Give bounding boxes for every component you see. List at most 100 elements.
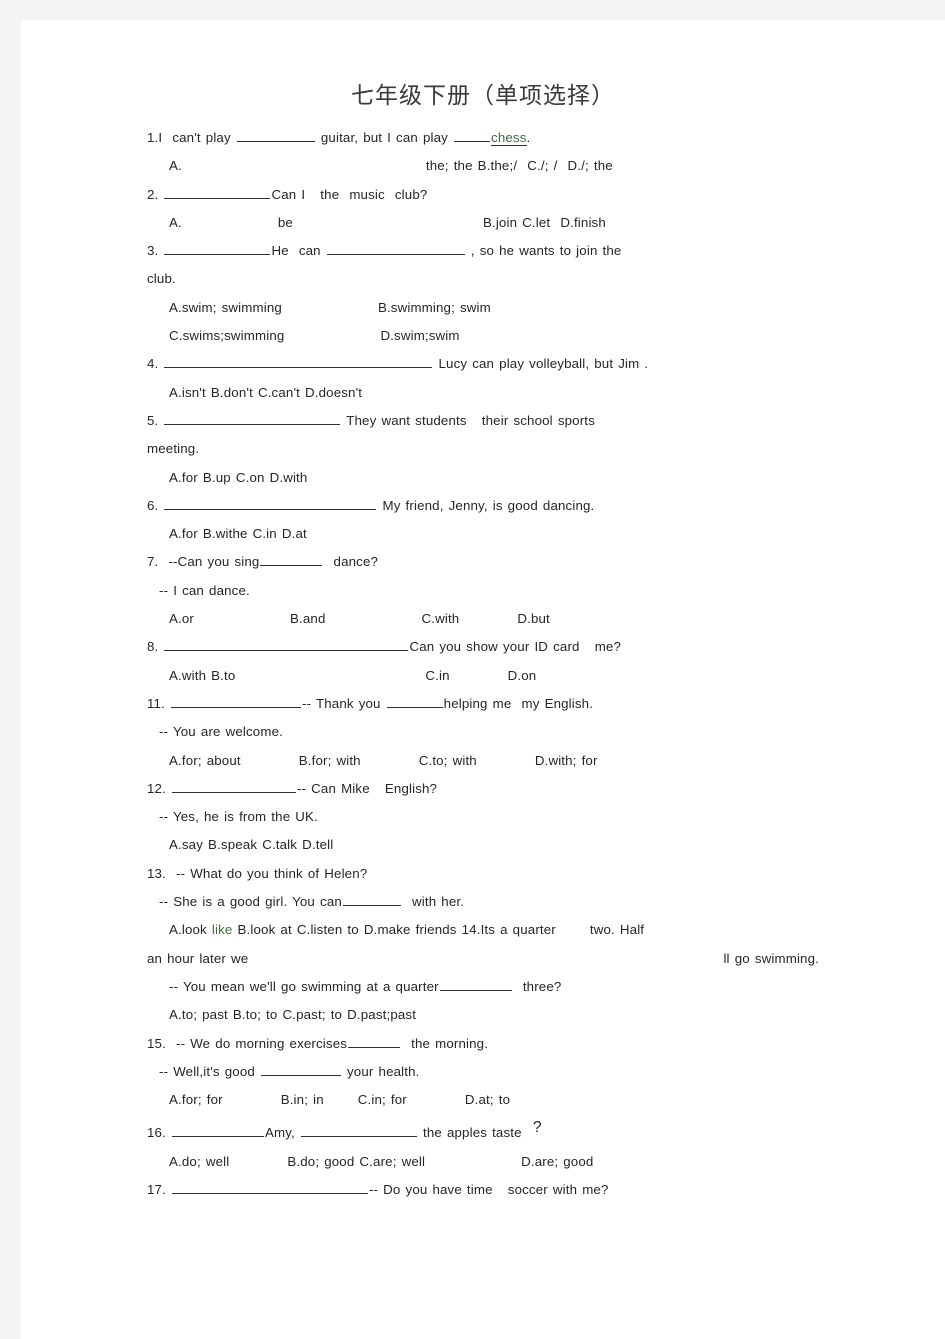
q12-number: 12. [147, 780, 171, 796]
q8-option-ab[interactable]: A.with B.to [169, 668, 235, 683]
question-7-stem: 7. --Can you sing dance? [147, 548, 825, 576]
blank-field[interactable] [171, 695, 301, 708]
q17-number: 17. [147, 1181, 171, 1197]
question-14-reply: -- You mean we'll go swimming at a quart… [147, 973, 825, 1001]
blank-field[interactable] [164, 355, 433, 369]
question-5-options[interactable]: A.for B.up C.on D.with [147, 464, 825, 492]
question-13-stem: 13. -- What do you think of Helen? [147, 865, 368, 881]
q16-question-mark: ? [532, 1119, 542, 1137]
q3-option-a[interactable]: A.swim; swimming [169, 300, 282, 315]
question-6-options[interactable]: A.for B.withe C.in D.at [147, 520, 825, 548]
question-14-stem-continued: ll go swimming. an hour later we [147, 945, 825, 973]
q14-reply-part1: -- You mean we'll go swimming at a quart… [169, 978, 439, 994]
q7-option-c[interactable]: C.with [422, 611, 460, 626]
q15-option-b[interactable]: B.in; in [281, 1092, 324, 1107]
document-page: 七年级下册（单项选择） 1.I can't play guitar, but I… [21, 20, 945, 1339]
blank-field[interactable] [300, 1124, 417, 1138]
question-4-options[interactable]: A.isn't B.don't C.can't D.doesn't [147, 379, 825, 407]
q14-stem-inline-end: two. Half [589, 922, 645, 938]
blank-field[interactable] [171, 1181, 368, 1194]
q7-option-a[interactable]: A.or [169, 611, 194, 626]
blank-field[interactable] [260, 553, 323, 567]
question-7-reply: -- I can dance. [159, 582, 250, 598]
q13-options-rest[interactable]: B.look at C.listen to D.make friends 14. [232, 922, 481, 937]
question-12-reply: -- Yes, he is from the UK. [159, 809, 318, 825]
q16-option-bc[interactable]: B.do; good C.are; well [287, 1154, 425, 1169]
q7-option-b[interactable]: B.and [290, 611, 326, 626]
q3-option-d[interactable]: D.swim;swim [380, 328, 459, 343]
question-12-stem: 12. -- Can Mike English? [147, 775, 825, 803]
q15-option-c[interactable]: C.in; for [358, 1092, 407, 1107]
question-11-stem: 11. -- Thank you helping me my English. [147, 690, 825, 718]
q3-number: 3. [147, 243, 164, 259]
q8-option-c[interactable]: C.in [425, 668, 449, 683]
q5-number: 5. [147, 412, 164, 428]
q15-option-a[interactable]: A.for; for [169, 1092, 223, 1107]
q7-option-d[interactable]: D.but [517, 611, 550, 626]
question-5-stem-continued: meeting. [147, 441, 200, 457]
q12-stem-text: -- Can Mike English? [296, 780, 438, 796]
blank-field[interactable] [164, 638, 409, 652]
question-2-stem: 2. Can I the music club? [147, 181, 825, 209]
q8-option-d[interactable]: D.on [508, 668, 537, 683]
q3-option-b[interactable]: B.swimming; swim [378, 300, 491, 315]
q15-option-d[interactable]: D.at; to [465, 1092, 510, 1107]
q11-stem-part2: helping me my English. [443, 695, 594, 711]
q5-stem-text: They want students their school sports [341, 412, 595, 428]
blank-field[interactable] [164, 186, 271, 199]
q2-option-a-label[interactable]: A. [169, 215, 182, 230]
blank-field[interactable] [164, 412, 341, 425]
q16-option-d[interactable]: D.are; good [521, 1154, 593, 1169]
blank-field[interactable] [326, 242, 465, 256]
q11-option-a[interactable]: A.for; about [169, 753, 241, 768]
q13-option-a-highlight[interactable]: like [212, 922, 233, 937]
q14-continued-left: an hour later we [147, 950, 249, 966]
q2-stem-text: Can I the music club? [271, 186, 428, 202]
q11-option-c[interactable]: C.to; with [419, 753, 477, 768]
q11-option-d[interactable]: D.with; for [535, 753, 598, 768]
q1-options-rest[interactable]: the; the B.the;/ C./; / D./; the [426, 158, 613, 173]
q1-underlined-word: chess [491, 130, 527, 146]
question-14-options[interactable]: A.to; past B.to; to C.past; to D.past;pa… [147, 1001, 825, 1029]
q16-stem-part2: the apples taste [417, 1125, 527, 1141]
q1-stem-part3: . [526, 130, 531, 145]
q15-reply-part2: your health. [341, 1063, 420, 1079]
q1-stem-part2: guitar, but I can play [315, 130, 454, 145]
blank-field[interactable] [260, 1063, 341, 1076]
question-16-options: A.do; well B.do; good C.are; well D.are; g… [147, 1148, 825, 1176]
q15-reply-part1: -- Well,it's good [159, 1063, 260, 1079]
q13-reply-can: can [320, 894, 342, 910]
blank-field[interactable] [164, 497, 377, 510]
q2-options-rest[interactable]: B.join C.let D.finish [483, 215, 606, 230]
blank-field[interactable] [171, 1124, 264, 1138]
q7-stem-part2: dance? [323, 554, 379, 570]
blank-field[interactable] [342, 893, 401, 907]
question-8-stem: 8. Can you show your ID card me? [147, 633, 825, 661]
q16-option-a[interactable]: A.do; well [169, 1154, 229, 1169]
page-title: 七年级下册（单项选择） [351, 83, 615, 109]
blank-field[interactable] [164, 242, 271, 256]
question-11-options: A.for; about B.for; with C.to; with D.with;… [147, 747, 825, 775]
question-13-options: A.look like B.look at C.listen to D.make… [147, 916, 825, 944]
q4-stem-text: Lucy can play volleyball, but Jim . [433, 356, 649, 372]
q2-option-a-value[interactable]: be [278, 215, 293, 230]
blank-field[interactable] [171, 780, 296, 793]
q8-stem-text: Can you show your ID card me? [409, 639, 622, 655]
q13-option-a-part1[interactable]: A.look [169, 922, 212, 937]
blank-field[interactable] [386, 695, 443, 708]
question-4-stem: 4. Lucy can play volleyball, but Jim . [147, 350, 825, 378]
blank-field[interactable] [454, 129, 491, 142]
q1-option-a-label[interactable]: A. [169, 158, 182, 173]
q13-reply-part2: with her. [401, 894, 465, 910]
question-13-reply: -- She is a good girl. You can with her. [147, 888, 825, 916]
blank-field[interactable] [348, 1035, 401, 1048]
question-5-stem: 5. They want students their school sport… [147, 407, 825, 435]
q3-option-c[interactable]: C.swims;swimming [169, 328, 284, 343]
question-8-options: A.with B.to C.in D.on [147, 662, 825, 690]
q11-option-b[interactable]: B.for; with [299, 753, 361, 768]
q2-number: 2. [147, 186, 164, 202]
blank-field[interactable] [439, 978, 512, 991]
question-12-options[interactable]: A.say B.speak C.talk D.tell [147, 831, 825, 859]
q14-stem-inline: Its a quarter [480, 922, 556, 938]
blank-field[interactable] [236, 129, 315, 142]
